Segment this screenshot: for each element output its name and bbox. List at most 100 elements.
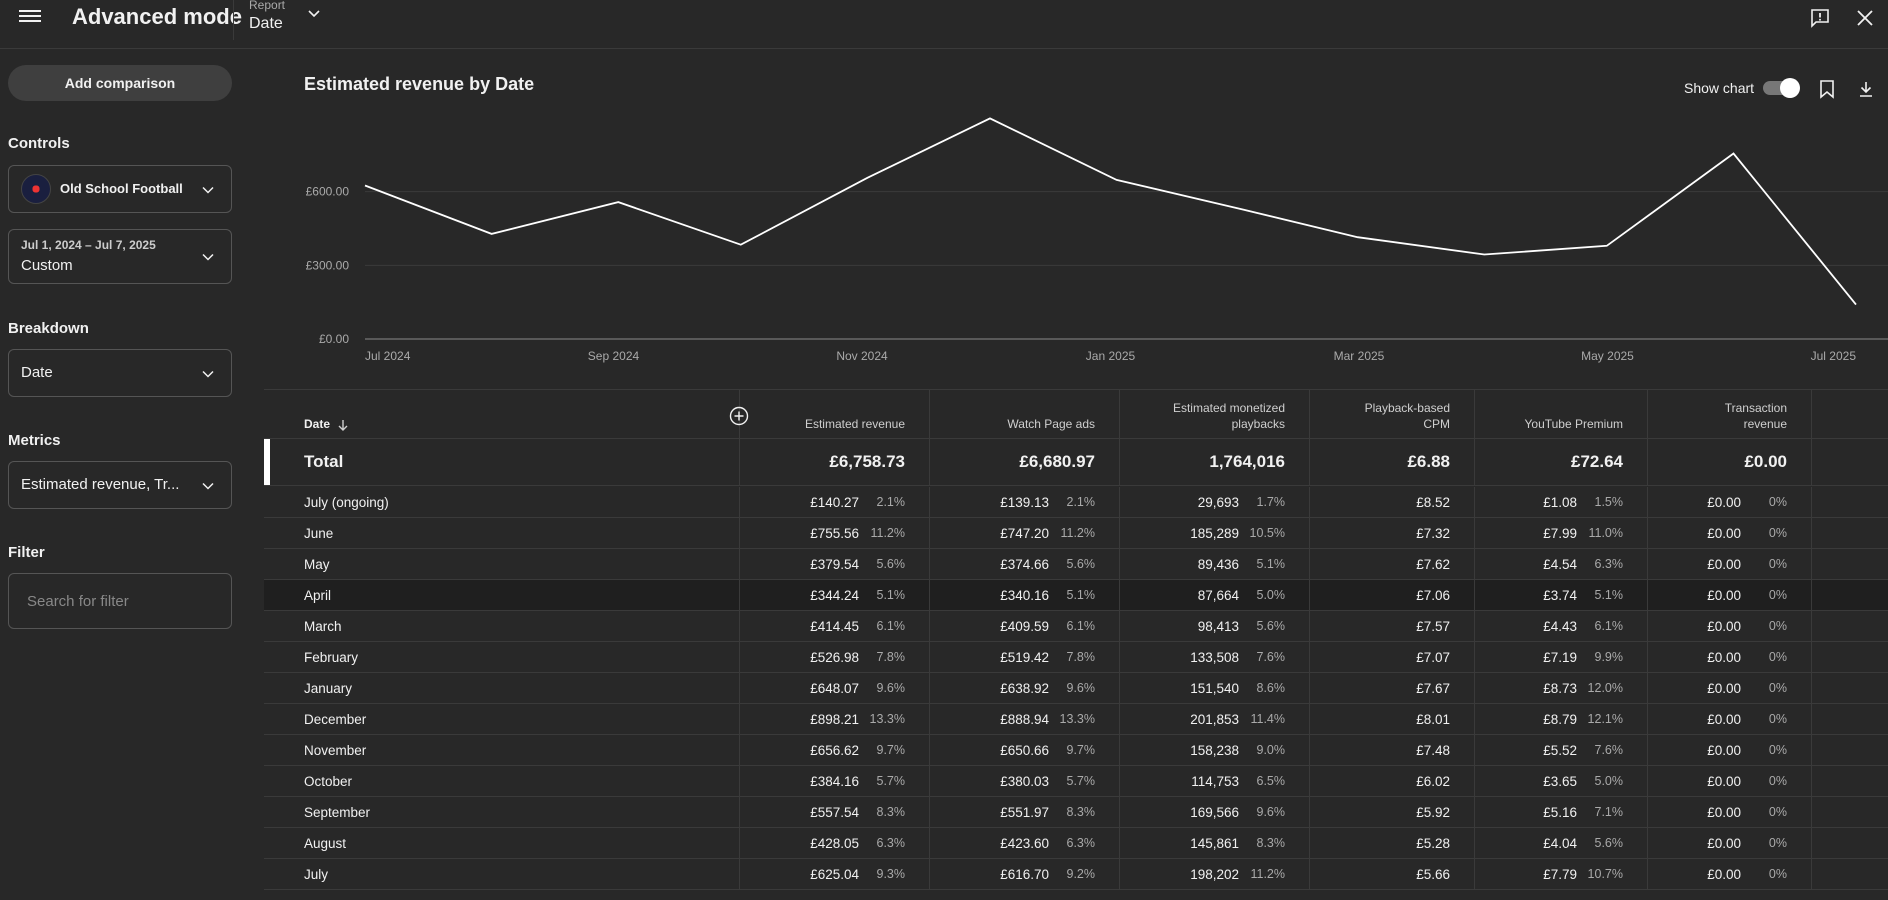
menu-icon[interactable] xyxy=(19,7,41,25)
table-row[interactable]: December £898.21 13.3% £888.94 13.3% 201,853 1… xyxy=(264,704,1888,735)
table-cell: £625.04 9.3% xyxy=(740,859,930,889)
breakdown-heading: Breakdown xyxy=(8,320,89,337)
cell-percent: 8.3% xyxy=(1066,805,1096,819)
cell-value: £379.54 xyxy=(810,556,859,572)
column-header-monetized-playbacks[interactable]: Estimated monetized playbacks xyxy=(1120,390,1310,438)
revenue-line-chart: £0.00 £300.00 £600.00 Jul 2024 Sep 2024 Nov 2… xyxy=(306,117,1888,363)
cell-value: £3.74 xyxy=(1543,587,1577,603)
bookmark-icon[interactable] xyxy=(1818,79,1836,99)
cell-percent: 6.3% xyxy=(1594,557,1624,571)
cell-value: £414.45 xyxy=(810,618,859,634)
cell-percent: 6.5% xyxy=(1256,774,1286,788)
table-cell: £0.00 0% xyxy=(1648,735,1812,765)
filter-search-input[interactable] xyxy=(8,573,232,629)
cell-value: £7.06 xyxy=(1416,587,1450,603)
table-cell: £5.16 7.1% xyxy=(1475,797,1648,827)
table-cell: 98,413 5.6% xyxy=(1120,611,1310,641)
channel-selector[interactable]: Old School Football xyxy=(8,165,232,213)
table-cell: £0.00 0% xyxy=(1648,549,1812,579)
y-tick-label: £0.00 xyxy=(319,332,349,346)
table-cell: £519.42 7.8% xyxy=(930,642,1120,672)
date-range-text: Jul 1, 2024 – Jul 7, 2025 xyxy=(21,238,156,252)
cell-value: 87,664 xyxy=(1197,587,1239,603)
table-cell: 158,238 9.0% xyxy=(1120,735,1310,765)
table-row[interactable]: October £384.16 5.7% £380.03 5.7% 114,753 6.5%… xyxy=(264,766,1888,797)
table-cell: £0.00 0% xyxy=(1648,518,1812,548)
cell-value: 198,202 xyxy=(1190,866,1239,882)
total-cpm: £6.88 xyxy=(1407,452,1450,471)
cell-percent: 5.1% xyxy=(1066,588,1096,602)
channel-avatar xyxy=(21,174,51,204)
table-row[interactable]: August £428.05 6.3% £423.60 6.3% 145,861 8.3% £… xyxy=(264,828,1888,859)
total-cell: £0.00 xyxy=(1648,439,1812,485)
table-row[interactable]: February £526.98 7.8% £519.42 7.8% 133,508 7.6… xyxy=(264,642,1888,673)
table-cell: £1.08 1.5% xyxy=(1475,487,1648,517)
column-header-transaction-revenue[interactable]: Transaction revenue xyxy=(1648,390,1812,438)
table-cell: £650.66 9.7% xyxy=(930,735,1120,765)
download-icon[interactable] xyxy=(1857,79,1875,99)
table-cell: £0.00 0% xyxy=(1648,859,1812,889)
cell-percent: 6.1% xyxy=(1066,619,1096,633)
cell-value: £8.01 xyxy=(1416,711,1450,727)
cell-percent: 5.6% xyxy=(1594,836,1624,850)
date-range-selector[interactable]: Jul 1, 2024 – Jul 7, 2025 Custom xyxy=(8,229,232,284)
cell-percent: 8.3% xyxy=(876,805,906,819)
table-cell: £888.94 13.3% xyxy=(930,704,1120,734)
y-tick-label: £300.00 xyxy=(306,258,350,272)
total-row: Total £6,758.73 £6,680.97 1,764,016 £6.8… xyxy=(264,439,1888,486)
cell-value: £4.04 xyxy=(1543,835,1577,851)
cell-percent: 0% xyxy=(1768,867,1787,881)
table-cell: £4.43 6.1% xyxy=(1475,611,1648,641)
cell-percent: 0% xyxy=(1768,650,1787,664)
column-header-estimated-revenue[interactable]: Estimated revenue xyxy=(740,390,930,438)
column-header-cpm[interactable]: Playback-based CPM xyxy=(1310,390,1475,438)
table-row[interactable]: May £379.54 5.6% £374.66 5.6% 89,436 5.1% £7.62… xyxy=(264,549,1888,580)
cell-value: £650.66 xyxy=(1000,742,1049,758)
metrics-selector[interactable]: Estimated revenue, Tr... xyxy=(8,461,232,509)
top-bar: Advanced mode Report Date xyxy=(0,0,1888,49)
cell-value: £0.00 xyxy=(1707,587,1741,603)
cell-value: £638.92 xyxy=(1000,680,1049,696)
report-selector[interactable]: Date xyxy=(249,15,283,33)
table-cell: £656.62 9.7% xyxy=(740,735,930,765)
table-row[interactable]: January £648.07 9.6% £638.92 9.6% 151,540 8.6%… xyxy=(264,673,1888,704)
table-cell: 114,753 6.5% xyxy=(1120,766,1310,796)
show-chart-toggle[interactable] xyxy=(1763,78,1800,98)
column-header-youtube-premium[interactable]: YouTube Premium xyxy=(1475,390,1648,438)
cell-value: £616.70 xyxy=(1000,866,1049,882)
close-icon[interactable] xyxy=(1855,8,1875,28)
cell-value: £4.54 xyxy=(1543,556,1577,572)
cell-percent: 11.2% xyxy=(1060,526,1095,540)
cell-percent: 7.6% xyxy=(1594,743,1624,757)
column-header-watch-page-ads[interactable]: Watch Page ads xyxy=(930,390,1120,438)
cell-percent: 7.8% xyxy=(876,650,906,664)
row-date: February xyxy=(264,642,740,672)
table-cell: £344.24 5.1% xyxy=(740,580,930,610)
breakdown-selector[interactable]: Date xyxy=(8,349,232,397)
chevron-down-icon[interactable] xyxy=(306,6,322,22)
cell-percent: 6.3% xyxy=(876,836,906,850)
table-row[interactable]: November £656.62 9.7% £650.66 9.7% 158,238 9.0… xyxy=(264,735,1888,766)
cell-value: £7.32 xyxy=(1416,525,1450,541)
table-row[interactable]: March £414.45 6.1% £409.59 6.1% 98,413 5.6% £7.… xyxy=(264,611,1888,642)
table-row[interactable]: June £755.56 11.2% £747.20 11.2% 185,289 10.5%… xyxy=(264,518,1888,549)
table-row[interactable]: July £625.04 9.3% £616.70 9.2% 198,202 11.2% £5… xyxy=(264,859,1888,890)
add-column-icon[interactable] xyxy=(729,406,749,426)
column-header-label: Transaction revenue xyxy=(1724,401,1787,431)
table-row[interactable]: April £344.24 5.1% £340.16 5.1% 87,664 5.0% £7.… xyxy=(264,580,1888,611)
table-cell: £340.16 5.1% xyxy=(930,580,1120,610)
row-date: March xyxy=(264,611,740,641)
cell-value: £409.59 xyxy=(1000,618,1049,634)
total-youtube-premium: £72.64 xyxy=(1571,452,1623,471)
cell-value: £428.05 xyxy=(810,835,859,851)
table-row[interactable]: September £557.54 8.3% £551.97 8.3% 169,566 9.… xyxy=(264,797,1888,828)
cell-value: £7.07 xyxy=(1416,649,1450,665)
cell-percent: 5.6% xyxy=(876,557,906,571)
breakdown-value: Date xyxy=(21,364,53,381)
column-header-date[interactable]: Date xyxy=(264,390,740,438)
add-comparison-button[interactable]: Add comparison xyxy=(8,65,232,101)
feedback-icon[interactable] xyxy=(1810,8,1830,28)
cell-percent: 5.7% xyxy=(1066,774,1096,788)
table-cell: 151,540 8.6% xyxy=(1120,673,1310,703)
table-row[interactable]: July (ongoing) £140.27 2.1% £139.13 2.1% 29,6… xyxy=(264,487,1888,518)
